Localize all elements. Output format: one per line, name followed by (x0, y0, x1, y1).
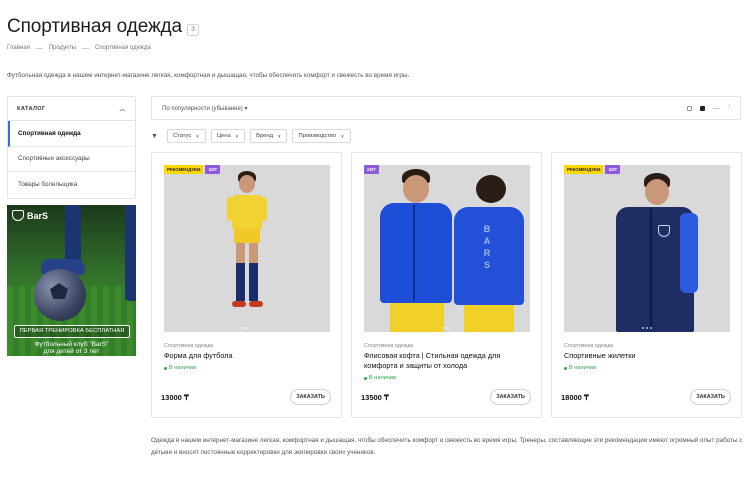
filter-status-label: Статус (172, 133, 192, 139)
filter-price[interactable]: Цена ▼ (210, 129, 246, 143)
list-view-icon[interactable]: ⁞ (728, 105, 730, 111)
stock-label: В наличии (569, 365, 597, 371)
page-title: Спортивная одежда (7, 16, 183, 37)
intro-text: Футбольная одежда в нашем интернет-магаз… (7, 72, 410, 79)
promo-caption: Футбольный клуб "BarS" для детей от 3 ле… (7, 341, 136, 355)
free-training-button[interactable]: ПЕРВАЯ ТРЕНИРОВКА БЕСПЛАТНАЯ (14, 325, 130, 338)
filter-funnel-icon[interactable]: ▼ (151, 133, 158, 140)
chevron-down-icon: ▾ (244, 105, 248, 112)
chevron-down-icon: ▼ (195, 133, 200, 139)
catalog-item-fan-goods[interactable]: Товары болельщика (8, 172, 135, 198)
carousel-dots[interactable] (242, 327, 252, 329)
catalog-header[interactable]: КАТАЛОГ ︿ (8, 97, 135, 121)
breadcrumb-current: Спортивная одежда (94, 45, 151, 51)
badge-group: РЕКОМЕНДУЕМ ХИТ (164, 165, 221, 174)
in-stock-dot-icon (364, 376, 367, 380)
product-price: 18000 ₸ (561, 393, 589, 402)
soccer-ball-image (34, 269, 86, 321)
stock-label: В наличии (369, 375, 397, 381)
badge-hit: ХИТ (605, 165, 621, 174)
tile-view-icon[interactable] (700, 105, 706, 111)
divider (713, 107, 721, 109)
filter-price-label: Цена (216, 133, 231, 139)
product-card[interactable]: РЕКОМЕНДУЕМ ХИТ Спортивная одежда Форма … (151, 152, 342, 418)
breadcrumb-separator (35, 47, 43, 49)
sort-toolbar: По популярности (убывание) ▾ ⁞ (151, 96, 741, 120)
catalog-sidebar: КАТАЛОГ ︿ Спортивная одежда Спортивные а… (7, 96, 136, 199)
badge-hit: ХИТ (205, 165, 221, 174)
stock-label: В наличии (169, 365, 197, 371)
filter-brand[interactable]: Бренд ▼ (250, 129, 288, 143)
badge-recommended: РЕКОМЕНДУЕМ (564, 165, 604, 174)
seo-description-text: Одежда в нашем интернет-магазине легкая,… (151, 437, 743, 456)
product-count-badge: 3 (187, 24, 199, 36)
shield-icon (12, 210, 24, 221)
view-switcher: ⁞ (687, 105, 730, 111)
promo-caption-line2: для детей от 3 лет (43, 348, 100, 355)
filter-production-label: Производство (298, 133, 337, 139)
sort-label: По популярности (убывание) (162, 105, 243, 112)
product-category: Спортивная одежда (364, 343, 414, 349)
promo-player-leg (65, 205, 81, 267)
promo-caption-line1: Футбольный клуб "BarS" (34, 341, 109, 348)
filter-status[interactable]: Статус ▼ (166, 129, 206, 143)
product-photo[interactable]: BARS (364, 165, 530, 332)
filters-bar: ▼ Статус ▼ Цена ▼ Бренд ▼ Производство ▼ (151, 129, 351, 143)
product-figure (376, 169, 456, 332)
bars-logo: BarS (12, 210, 48, 221)
stock-status: В наличии (364, 375, 396, 381)
carousel-dots[interactable] (642, 327, 652, 329)
chevron-down-icon: ▼ (234, 133, 240, 139)
badge-group: ХИТ (364, 165, 379, 174)
chevron-down-icon: ▼ (276, 133, 282, 139)
order-button[interactable]: ЗАКАЗАТЬ (290, 389, 331, 405)
sort-dropdown[interactable]: По популярности (убывание) ▾ (162, 105, 247, 112)
badge-group: РЕКОМЕНДУЕМ ХИТ (564, 165, 621, 174)
chevron-down-icon: ▼ (340, 133, 345, 139)
badge-recommended: РЕКОМЕНДУЕМ (164, 165, 204, 174)
product-price: 13000 ₸ (161, 393, 189, 402)
product-card[interactable]: РЕКОМЕНДУЕМ ХИТ Спортивная одежда Спорти… (551, 152, 742, 418)
catalog-item-sportswear[interactable]: Спортивная одежда (8, 121, 135, 147)
breadcrumb-separator (81, 47, 89, 49)
product-category: Спортивная одежда (164, 343, 214, 349)
product-photo[interactable] (564, 165, 730, 332)
promo-player-leg (125, 205, 136, 301)
product-figure: BARS (452, 175, 528, 332)
product-photo[interactable] (164, 165, 330, 332)
carousel-dots[interactable] (442, 327, 452, 329)
catalog-title: КАТАЛОГ (17, 105, 46, 112)
order-button[interactable]: ЗАКАЗАТЬ (690, 389, 731, 405)
stock-status: В наличии (164, 365, 196, 371)
promo-logo-text: BarS (27, 210, 49, 221)
order-button[interactable]: ЗАКАЗАТЬ (490, 389, 531, 405)
grid-view-icon[interactable] (687, 105, 693, 111)
product-card[interactable]: BARS ХИТ Спортивная одежда Флисовая кофт… (351, 152, 542, 418)
product-price: 13500 ₸ (361, 393, 389, 402)
product-figure (610, 173, 700, 332)
filter-brand-label: Бренд (256, 133, 273, 139)
product-name[interactable]: Форма для футбола (164, 351, 334, 361)
catalog-item-accessories[interactable]: Спортивные аксессуары (8, 147, 135, 172)
breadcrumb-products[interactable]: Продукты (49, 45, 76, 51)
in-stock-dot-icon (164, 366, 167, 370)
product-category: Спортивная одежда (564, 343, 614, 349)
product-figure (226, 171, 270, 321)
badge-hit: ХИТ (364, 165, 379, 174)
breadcrumb-home[interactable]: Главная (7, 45, 30, 51)
promo-banner[interactable]: BarS ПЕРВАЯ ТРЕНИРОВКА БЕСПЛАТНАЯ Футбол… (7, 205, 136, 356)
product-name[interactable]: Спортивные жилетки (564, 351, 734, 361)
breadcrumb: Главная Продукты Спортивная одежда (7, 45, 151, 51)
filter-production[interactable]: Производство ▼ (292, 129, 351, 143)
product-name[interactable]: Флисовая кофта | Стильная одежда для ком… (364, 351, 534, 371)
in-stock-dot-icon (564, 366, 567, 370)
stock-status: В наличии (564, 365, 596, 371)
chevron-up-icon[interactable]: ︿ (120, 104, 126, 113)
